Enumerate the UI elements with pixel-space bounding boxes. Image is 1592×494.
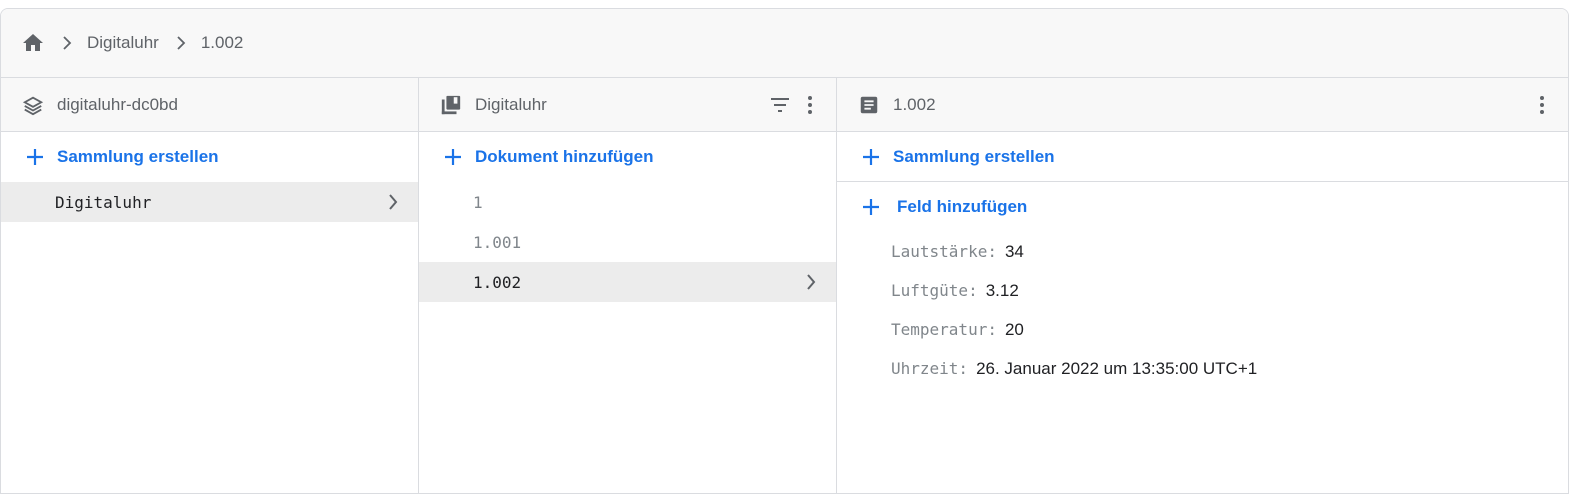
field-value: 3.12 [985, 280, 1019, 300]
filter-icon[interactable] [768, 93, 792, 117]
collection-item-label: Digitaluhr [55, 192, 152, 212]
create-collection-button[interactable]: Sammlung erstellen [1, 132, 418, 182]
collection-panel-header: Digitaluhr [419, 78, 836, 132]
document-icon [857, 93, 881, 117]
field-key: Lautstärke: [891, 242, 997, 261]
field-value: 26. Januar 2022 um 13:35:00 UTC+1 [976, 358, 1258, 378]
document-panel-title: 1.002 [893, 94, 936, 114]
plus-icon [859, 145, 883, 169]
field-value: 20 [1004, 319, 1024, 339]
add-document-label: Dokument hinzufügen [475, 147, 654, 166]
root-panel-header: digitaluhr-dc0bd [1, 78, 418, 132]
collection-item-digitaluhr[interactable]: Digitaluhr [1, 182, 418, 222]
document-panel-actions [1530, 93, 1554, 117]
add-field-label: Feld hinzufügen [897, 197, 1028, 216]
create-subcollection-button[interactable]: Sammlung erstellen [837, 132, 1568, 182]
chevron-right-icon [384, 193, 402, 211]
field-row[interactable]: Temperatur: 20 [837, 310, 1568, 349]
document-item-label: 1.002 [473, 272, 522, 292]
collection-panel: Digitaluhr Dokument hinzufügen 1 1.001 1… [419, 78, 837, 493]
collection-panel-title: Digitaluhr [475, 94, 547, 114]
chevron-right-icon [175, 35, 187, 51]
firestore-data-viewer: Digitaluhr 1.002 digitaluhr-dc0bd Sammlu… [0, 8, 1569, 494]
breadcrumb-item-document[interactable]: 1.002 [201, 33, 244, 53]
document-panel: 1.002 Sammlung erstellen Feld hinzufügen [837, 78, 1568, 493]
field-key: Temperatur: [891, 320, 997, 339]
create-collection-label: Sammlung erstellen [57, 147, 219, 166]
home-icon[interactable] [20, 31, 45, 56]
document-item-label: 1.001 [473, 232, 522, 252]
collection-panel-actions [768, 93, 822, 117]
add-document-button[interactable]: Dokument hinzufügen [419, 132, 836, 182]
document-item[interactable]: 1 [419, 182, 836, 222]
plus-icon [441, 145, 465, 169]
root-panel-title: digitaluhr-dc0bd [57, 94, 178, 114]
panels: digitaluhr-dc0bd Sammlung erstellen Digi… [1, 78, 1568, 493]
firestore-layers-icon [21, 93, 45, 117]
create-subcollection-label: Sammlung erstellen [893, 146, 1055, 166]
collection-icon [439, 93, 463, 117]
breadcrumb: Digitaluhr 1.002 [1, 9, 1568, 78]
field-row[interactable]: Luftgüte: 3.12 [837, 271, 1568, 310]
document-item[interactable]: 1.002 [419, 262, 836, 302]
field-value: 34 [1004, 241, 1024, 261]
add-field-button[interactable]: Feld hinzufügen [837, 182, 1568, 232]
more-vert-icon[interactable] [1530, 93, 1554, 117]
chevron-right-icon [61, 35, 73, 51]
document-item[interactable]: 1.001 [419, 222, 836, 262]
root-panel: digitaluhr-dc0bd Sammlung erstellen Digi… [1, 78, 419, 493]
document-item-label: 1 [473, 192, 483, 212]
field-key: Uhrzeit: [891, 359, 969, 378]
plus-icon [859, 195, 883, 219]
document-panel-header: 1.002 [837, 78, 1568, 132]
chevron-right-icon [802, 273, 820, 291]
field-row[interactable]: Lautstärke: 34 [837, 232, 1568, 271]
field-key: Luftgüte: [891, 281, 978, 300]
breadcrumb-item-collection[interactable]: Digitaluhr [87, 33, 159, 53]
field-row[interactable]: Uhrzeit: 26. Januar 2022 um 13:35:00 UTC… [837, 349, 1568, 388]
plus-icon [23, 145, 47, 169]
more-vert-icon[interactable] [798, 93, 822, 117]
